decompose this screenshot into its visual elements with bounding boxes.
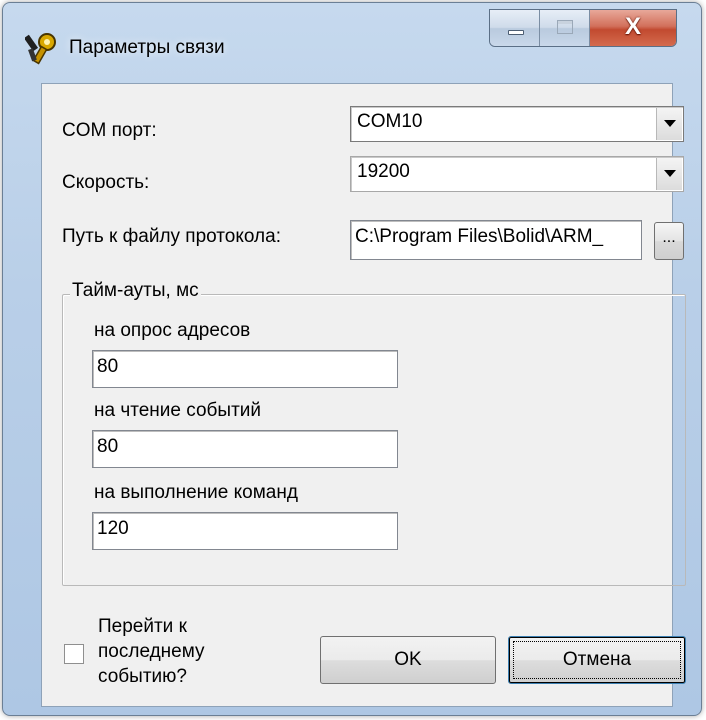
- goto-last-event-line-2: последнему: [98, 641, 205, 662]
- speed-dropdown-button[interactable]: [656, 158, 682, 190]
- chevron-down-icon: [664, 170, 676, 177]
- close-icon: X: [624, 13, 641, 40]
- dialog-window: Параметры связи X COM порт: COM10 Скорос…: [2, 2, 702, 716]
- goto-last-event-line-3: событию?: [98, 666, 187, 687]
- exec-timeout-input[interactable]: 120: [92, 512, 398, 550]
- maximize-button: [540, 10, 590, 46]
- maximize-icon: [557, 20, 573, 34]
- cancel-button[interactable]: Отмена: [508, 636, 686, 684]
- goto-last-event-label[interactable]: Перейти к последнему событию?: [98, 614, 205, 689]
- speed-select[interactable]: 19200: [350, 156, 684, 192]
- speed-value: 19200: [357, 161, 410, 182]
- bolid-keys-icon: [25, 33, 56, 65]
- poll-timeout-label: на опрос адресов: [94, 320, 251, 341]
- window-title: Параметры связи: [69, 37, 225, 58]
- minimize-icon: [508, 30, 524, 35]
- title-bar[interactable]: Параметры связи X: [3, 3, 701, 83]
- browse-button[interactable]: ...: [654, 222, 684, 260]
- com-port-select[interactable]: COM10: [350, 106, 684, 142]
- com-port-label: COM порт:: [62, 120, 157, 141]
- com-port-value: COM10: [357, 111, 423, 132]
- timeouts-group-title: Тайм-ауты, мс: [70, 280, 201, 302]
- com-port-dropdown-button[interactable]: [656, 108, 682, 140]
- cancel-button-label: Отмена: [562, 649, 632, 670]
- goto-last-event-line-1: Перейти к: [98, 616, 187, 637]
- speed-label: Скорость:: [62, 172, 150, 193]
- log-path-label: Путь к файлу протокола:: [62, 226, 281, 247]
- caption-buttons: X: [489, 9, 677, 47]
- ok-button[interactable]: OK: [320, 636, 496, 684]
- read-timeout-input[interactable]: 80: [92, 430, 398, 468]
- dialog-client-area: COM порт: COM10 Скорость: 19200 Путь к ф…: [41, 83, 686, 707]
- close-button[interactable]: X: [590, 10, 676, 46]
- log-path-input[interactable]: C:\Program Files\Bolid\ARM_: [350, 220, 642, 260]
- read-timeout-label: на чтение событий: [94, 400, 261, 421]
- goto-last-event-checkbox[interactable]: [64, 644, 84, 664]
- chevron-down-icon: [664, 120, 676, 127]
- minimize-button[interactable]: [490, 10, 540, 46]
- poll-timeout-input[interactable]: 80: [92, 350, 398, 388]
- exec-timeout-label: на выполнение команд: [94, 482, 298, 503]
